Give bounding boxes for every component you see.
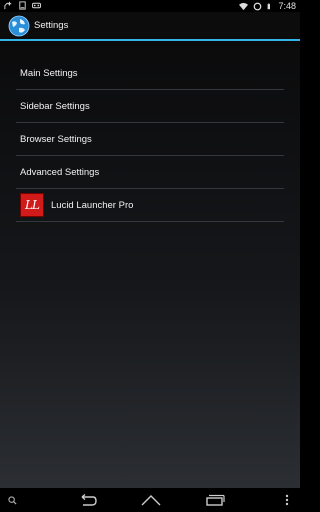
gamepad-icon <box>32 2 41 9</box>
settings-content: Main Settings Sidebar Settings Browser S… <box>0 41 300 488</box>
page-title: Settings <box>34 20 69 31</box>
action-bar: Settings <box>0 12 300 41</box>
settings-item-advanced[interactable]: Advanced Settings <box>16 156 284 189</box>
settings-item-label: Lucid Launcher Pro <box>51 199 134 211</box>
search-icon[interactable] <box>6 492 18 508</box>
tablet-icon <box>19 1 26 10</box>
back-icon[interactable] <box>74 492 100 508</box>
settings-item-browser[interactable]: Browser Settings <box>16 123 284 156</box>
wifi-icon <box>239 2 249 10</box>
settings-item-lucid-launcher-pro[interactable]: LL Lucid Launcher Pro <box>16 189 284 222</box>
status-bar: 7:48 <box>0 0 300 12</box>
recents-icon[interactable] <box>202 492 228 508</box>
navigation-bar <box>0 488 300 512</box>
status-time: 7:48 <box>278 1 296 11</box>
settings-item-label: Browser Settings <box>20 133 92 145</box>
settings-item-sidebar[interactable]: Sidebar Settings <box>16 90 284 123</box>
settings-item-label: Main Settings <box>20 67 78 79</box>
settings-item-main[interactable]: Main Settings <box>16 57 284 90</box>
settings-item-label: Advanced Settings <box>20 166 100 178</box>
sync-icon <box>254 2 262 10</box>
settings-item-label: Sidebar Settings <box>20 100 90 112</box>
globe-icon[interactable] <box>8 15 30 37</box>
lucid-launcher-icon: LL <box>20 193 44 217</box>
overflow-menu-icon[interactable] <box>282 492 292 508</box>
settings-list: Main Settings Sidebar Settings Browser S… <box>16 57 284 222</box>
battery-icon <box>268 3 271 9</box>
home-icon[interactable] <box>138 492 164 508</box>
notification-plus-icon <box>4 1 12 10</box>
